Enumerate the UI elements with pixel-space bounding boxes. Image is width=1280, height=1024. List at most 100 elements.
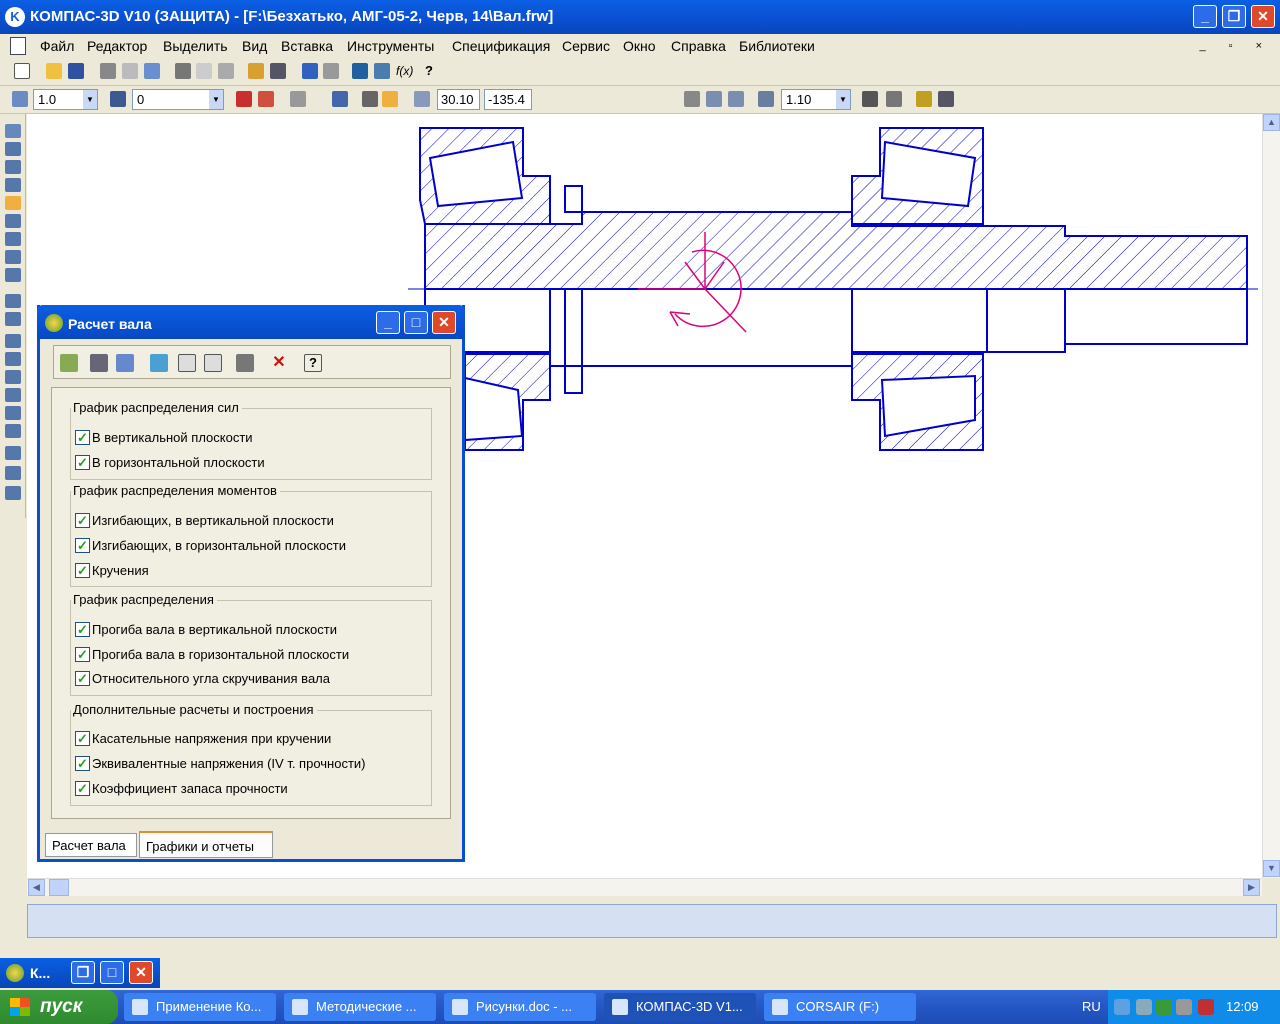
menu-tools[interactable]: Инструменты [347,38,434,54]
menu-select[interactable]: Выделить [163,38,228,54]
selection-icon[interactable] [5,232,21,246]
network-icon[interactable] [1136,999,1152,1015]
y-coordinate-field[interactable]: -135.4 [484,89,532,110]
redo-icon[interactable] [323,63,339,79]
menu-file[interactable]: Файл [40,38,74,54]
document-icon[interactable] [10,37,26,55]
start-button[interactable]: пуск [0,990,118,1024]
pan-icon[interactable] [862,91,878,107]
document-icon[interactable] [178,354,196,372]
dialog-close-button[interactable]: ✕ [432,311,456,334]
checkbox[interactable]: ✓ [75,671,90,686]
dimensions-icon[interactable] [5,142,21,156]
minimize-button[interactable]: _ [1193,5,1217,28]
shield-icon[interactable] [1198,999,1214,1015]
checkbox[interactable]: ✓ [75,731,90,746]
settings-icon[interactable] [236,354,254,372]
task-methodical[interactable]: Методические ... [284,993,436,1021]
refresh-icon[interactable] [916,91,932,107]
maximize-button[interactable]: ❐ [1222,5,1246,28]
scroll-thumb[interactable] [49,879,69,896]
mini-restore-button[interactable]: ❐ [71,961,95,984]
checkbox[interactable]: ✓ [75,513,90,528]
zoom-combo[interactable]: 1.10 ▼ [781,89,851,110]
chevron-down-icon[interactable]: ▼ [83,90,97,109]
coordinates-icon[interactable] [414,91,430,107]
grid-icon[interactable] [290,91,306,107]
section-icon[interactable] [5,334,21,348]
language-indicator[interactable]: RU [1082,999,1101,1014]
reports-icon[interactable] [5,268,21,282]
menu-help[interactable]: Справка [671,38,726,54]
calc-icon[interactable] [5,388,21,402]
usb-icon[interactable] [1176,999,1192,1015]
horizontal-scrollbar[interactable]: ◀ ▶ [27,878,1262,896]
checkbox[interactable]: ✓ [75,622,90,637]
checkbox[interactable]: ✓ [75,756,90,771]
scatter-icon[interactable] [5,466,21,480]
menu-view[interactable]: Вид [242,38,267,54]
ortho-icon[interactable] [362,91,378,107]
screen-icon[interactable] [938,91,954,107]
spring-icon[interactable] [5,424,21,438]
new-file-icon[interactable] [14,63,30,79]
menu-specification[interactable]: Спецификация [452,38,550,54]
local-cs-icon[interactable] [332,91,348,107]
layer-combo[interactable]: 0 ▼ [132,89,224,110]
checklist-blue-icon[interactable] [116,354,134,372]
scroll-up-icon[interactable]: ▲ [1263,114,1280,131]
scroll-right-icon[interactable]: ▶ [1243,879,1260,896]
task-corsair[interactable]: CORSAIR (F:) [764,993,916,1021]
kompas-app-icon[interactable]: K [5,7,25,27]
close-button[interactable]: ✕ [1251,5,1275,28]
zoom-window-icon[interactable] [684,91,700,107]
mdi-window-buttons[interactable]: _ ▫ × [1199,40,1272,52]
x-coordinate-field[interactable]: 30.10 [437,89,480,110]
help-icon[interactable]: ? [304,354,322,372]
measure-icon[interactable] [5,214,21,228]
checkbox[interactable]: ✓ [75,455,90,470]
calculate-icon[interactable] [60,354,78,372]
editing-icon[interactable] [5,178,21,192]
shaft-step-icon[interactable] [5,352,21,366]
task-kompas-usage[interactable]: Применение Ко... [124,993,276,1021]
checkbox[interactable]: ✓ [75,430,90,445]
antivirus-icon[interactable] [1156,999,1172,1015]
dialog-maximize-button[interactable]: □ [404,311,428,334]
scroll-left-icon[interactable]: ◀ [28,879,45,896]
menu-window[interactable]: Окно [623,38,656,54]
copy-icon[interactable] [196,63,212,79]
documents-icon[interactable] [204,354,222,372]
chevron-down-icon[interactable]: ▼ [836,90,850,109]
wizard-icon[interactable] [5,446,21,460]
open-folder-icon[interactable] [46,63,62,79]
format-brush-icon[interactable] [248,63,264,79]
print-preview-icon[interactable] [122,63,138,79]
checkbox[interactable]: ✓ [75,563,90,578]
parametrization-icon[interactable] [5,196,21,210]
tab-shaft-calc[interactable]: Расчет вала [45,833,137,857]
snap-icon[interactable] [382,91,398,107]
help-pointer-icon[interactable]: ? [425,63,441,79]
bearing-icon[interactable] [5,406,21,420]
report-icon[interactable] [150,354,168,372]
scroll-down-icon[interactable]: ▼ [1263,860,1280,877]
shaft-tools-icon[interactable] [5,294,21,308]
zoom-scale-icon[interactable] [758,91,774,107]
chevron-down-icon[interactable]: ▼ [209,90,223,109]
tray-back-icon[interactable] [1114,999,1130,1015]
color-icon[interactable] [236,91,252,107]
step-combo[interactable]: 1.0 ▼ [33,89,98,110]
task-kompas[interactable]: КОМПАС-3D V1... [604,993,756,1021]
undo-icon[interactable] [302,63,318,79]
checklist-icon[interactable] [90,354,108,372]
thread-icon[interactable] [5,370,21,384]
manager-icon[interactable] [352,63,368,79]
cut-icon[interactable] [175,63,191,79]
task-drawings-doc[interactable]: Рисунки.doc - ... [444,993,596,1021]
menu-insert[interactable]: Вставка [281,38,333,54]
properties-icon[interactable] [144,63,160,79]
menu-service[interactable]: Сервис [562,38,610,54]
menu-libraries[interactable]: Библиотеки [739,38,815,54]
magnet-icon[interactable] [258,91,274,107]
